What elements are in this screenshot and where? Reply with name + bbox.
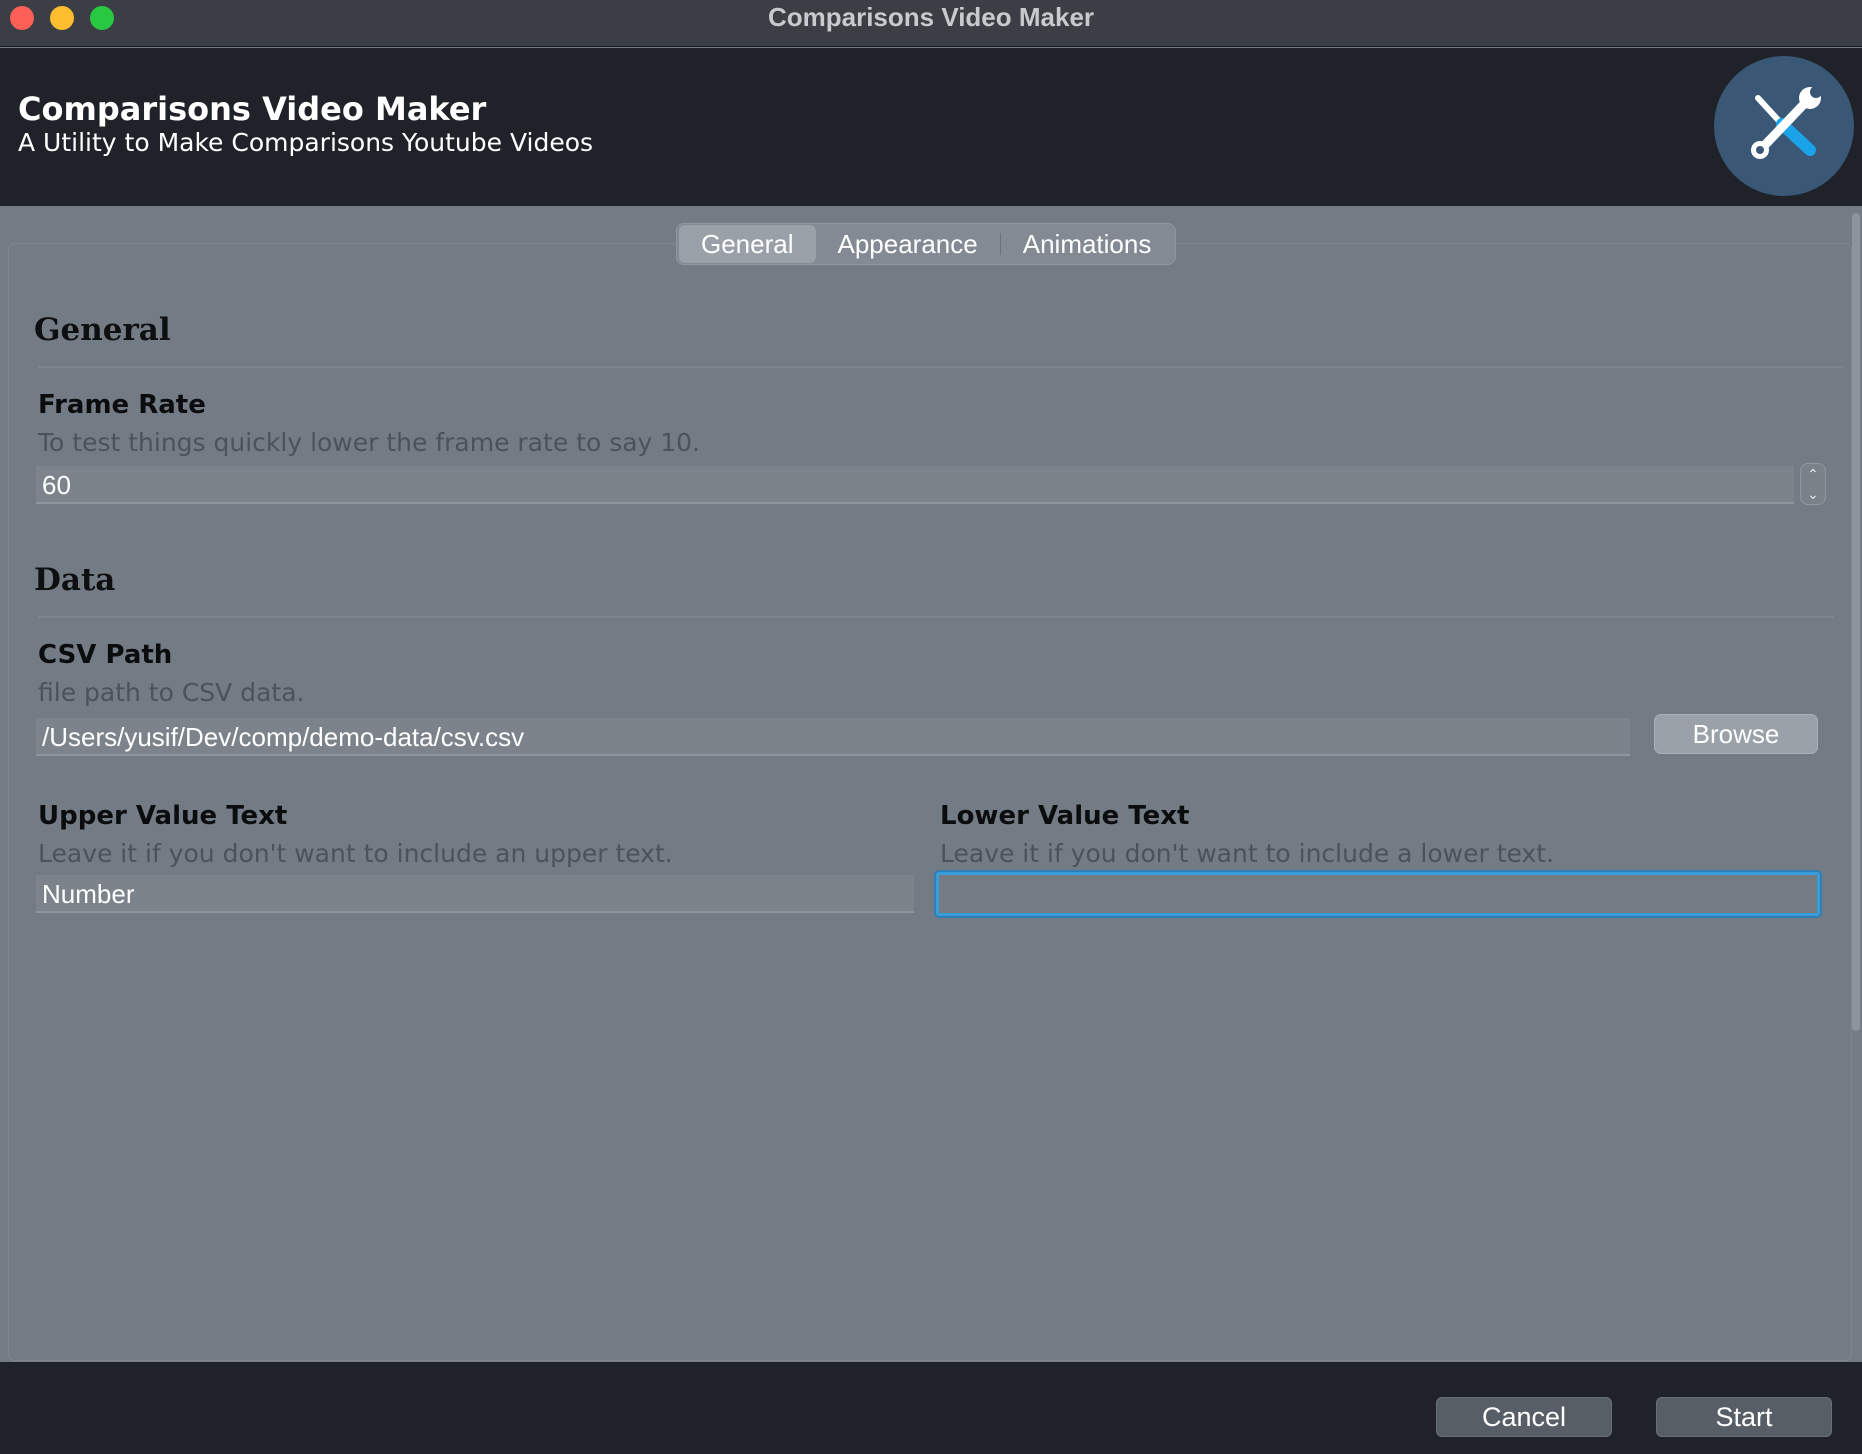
frame-rate-label: Frame Rate (38, 390, 206, 420)
chevron-down-icon[interactable]: ⌄ (1807, 487, 1819, 501)
section-title-general: General (34, 312, 171, 348)
tab-bar: General Appearance Animations (676, 223, 1177, 265)
csv-path-input[interactable]: /Users/yusif/Dev/comp/demo-data/csv.csv (36, 718, 1630, 756)
cancel-button[interactable]: Cancel (1436, 1397, 1612, 1437)
scrollbar[interactable] (1852, 213, 1860, 1031)
upper-value-text-label: Upper Value Text (38, 801, 288, 831)
lower-value-text-label: Lower Value Text (940, 801, 1190, 831)
tab-animations[interactable]: Animations (1001, 225, 1174, 263)
upper-value-text-input[interactable]: Number (36, 875, 914, 913)
chevron-up-icon[interactable]: ⌃ (1807, 467, 1819, 481)
csv-path-help: file path to CSV data. (38, 678, 305, 707)
tools-icon (1714, 56, 1854, 196)
title-bar: Comparisons Video Maker (0, 0, 1862, 47)
app-title: Comparisons Video Maker (18, 90, 487, 128)
window-title: Comparisons Video Maker (767, 2, 1095, 32)
section-divider (38, 616, 1834, 618)
browse-button[interactable]: Browse (1654, 714, 1818, 754)
section-divider (38, 366, 1844, 368)
tab-general[interactable]: General (679, 225, 816, 263)
app-subtitle: A Utility to Make Comparisons Youtube Vi… (18, 128, 594, 157)
app-window: Comparisons Video Maker Comparisons Vide… (0, 0, 1862, 1454)
app-header: Comparisons Video Maker A Utility to Mak… (0, 48, 1862, 206)
start-button[interactable]: Start (1656, 1397, 1832, 1437)
frame-rate-stepper[interactable]: ⌃ ⌄ (1800, 463, 1826, 505)
footer-bar: Cancel Start (0, 1362, 1862, 1454)
lower-value-text-help: Leave it if you don't want to include a … (940, 839, 1554, 868)
section-title-data: Data (34, 562, 116, 598)
csv-path-label: CSV Path (38, 640, 173, 670)
lower-value-text-input[interactable] (936, 872, 1820, 916)
upper-value-text-help: Leave it if you don't want to include an… (38, 839, 673, 868)
frame-rate-input[interactable]: 60 (36, 466, 1794, 504)
frame-rate-help: To test things quickly lower the frame r… (38, 428, 701, 457)
tab-appearance[interactable]: Appearance (816, 225, 1000, 263)
